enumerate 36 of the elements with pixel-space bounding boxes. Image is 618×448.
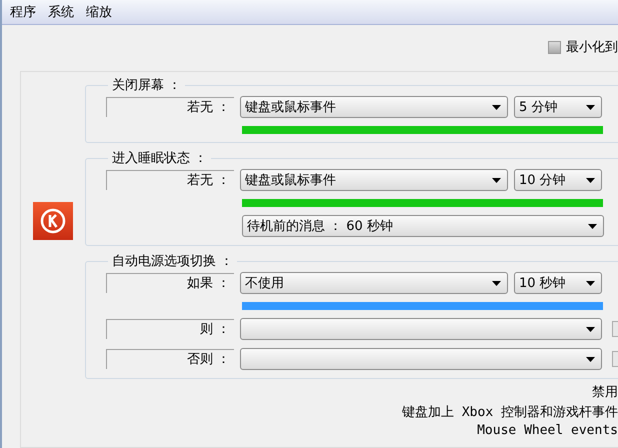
- condition-label: 则 ：: [106, 319, 234, 339]
- dropdown-arrow-icon: [588, 224, 597, 228]
- dropdown-arrow-icon: [586, 326, 595, 332]
- dropdown-arrow-icon: [586, 356, 595, 362]
- dropdown-arrow-icon: [492, 280, 501, 286]
- condition-label: 若无 ：: [106, 97, 234, 117]
- dropdown[interactable]: 待机前的消息 ： 60 秒钟: [242, 215, 604, 237]
- group-title: 关闭屏幕 ：: [111, 77, 182, 94]
- checkbox[interactable]: [612, 351, 618, 367]
- dropdown-arrow-icon: [586, 280, 595, 286]
- status-text: 禁用: [592, 384, 618, 401]
- dropdown[interactable]: 键盘或鼠标事件: [240, 96, 508, 118]
- menu-item[interactable]: 缩放: [86, 3, 112, 21]
- condition-label: 否则 ：: [106, 349, 234, 369]
- condition-label: 如果 ：: [106, 273, 234, 293]
- dropdown[interactable]: 5 分钟: [514, 96, 602, 118]
- status-text: Mouse Wheel events: [477, 423, 618, 438]
- status-text: 键盘加上 Xbox 控制器和游戏杆事件: [402, 404, 618, 421]
- checkbox[interactable]: [612, 321, 618, 337]
- condition-label: 若无 ：: [106, 170, 234, 190]
- dropdown-arrow-icon: [586, 104, 595, 110]
- dropdown[interactable]: [240, 318, 602, 340]
- dropdown[interactable]: 10 分钟: [514, 169, 602, 191]
- dropdown-arrow-icon: [492, 178, 501, 182]
- dropdown[interactable]: 不使用: [240, 272, 508, 294]
- dropdown[interactable]: 10 秒钟: [514, 272, 602, 294]
- dropdown[interactable]: 键盘或鼠标事件: [240, 169, 508, 191]
- dropdown-arrow-icon: [492, 104, 501, 110]
- menu-item[interactable]: 系统: [48, 3, 74, 21]
- app-logo-icon: [33, 202, 73, 240]
- dropdown[interactable]: [240, 348, 602, 370]
- minimize-checkbox[interactable]: 最小化到: [548, 38, 618, 56]
- group-title: 进入睡眠状态 ：: [111, 150, 208, 167]
- group-title: 自动电源选项切换 ：: [111, 253, 234, 270]
- dropdown-arrow-icon: [586, 178, 595, 182]
- menu-item[interactable]: 程序: [10, 3, 36, 21]
